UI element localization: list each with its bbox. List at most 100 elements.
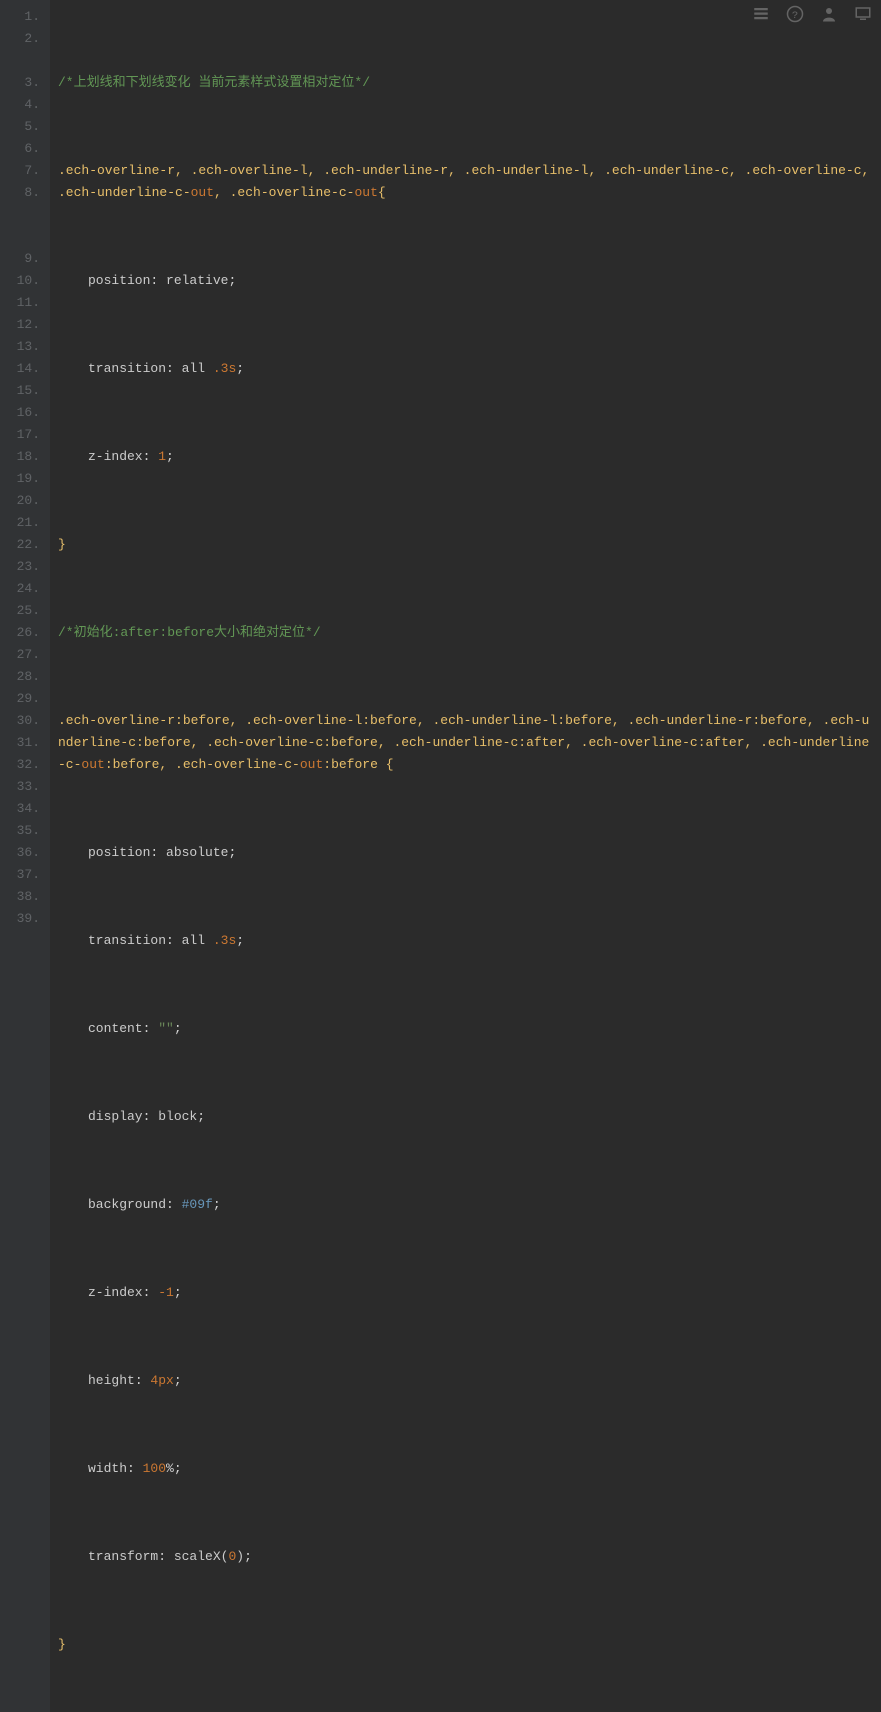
line-number: 13. (4, 336, 40, 358)
code-line: content: ""; (58, 1018, 877, 1040)
line-number: 27. (4, 644, 40, 666)
semicolon: ; (174, 1373, 182, 1388)
line-number: 18. (4, 446, 40, 468)
line-number: 19. (4, 468, 40, 490)
help-icon[interactable]: ? (785, 4, 805, 24)
semicolon: ; (228, 845, 236, 860)
semicolon: ; (228, 273, 236, 288)
colon: : (143, 449, 159, 464)
list-icon[interactable] (751, 4, 771, 24)
code-editor: ? 1. 2. 3. 4. 5. 6. 7. 8. 9. 10. 11. 12.… (0, 0, 881, 1712)
code-line: height: 4px; (58, 1370, 877, 1392)
keyword-out: out (300, 757, 323, 772)
property: content (88, 1021, 143, 1036)
line-number: 38. (4, 886, 40, 908)
selector: :before, .ech-overline-c- (105, 757, 300, 772)
number: 4px (150, 1373, 173, 1388)
property: display (88, 1109, 143, 1124)
line-number-gutter: 1. 2. 3. 4. 5. 6. 7. 8. 9. 10. 11. 12. 1… (0, 0, 50, 1712)
colon: : (143, 1109, 159, 1124)
colon: : (143, 1021, 159, 1036)
string: "" (158, 1021, 174, 1036)
colon: : (150, 273, 166, 288)
code-line: transition: all .3s; (58, 930, 877, 952)
line-number: 21. (4, 512, 40, 534)
line-number: 23. (4, 556, 40, 578)
code-area[interactable]: /*上划线和下划线变化 当前元素样式设置相对定位*/ .ech-overline… (50, 0, 881, 1712)
colon: : (166, 361, 182, 376)
number: .3s (213, 933, 236, 948)
colon: : (166, 933, 182, 948)
svg-text:?: ? (792, 10, 798, 22)
comment: /*初始化:after:before大小和绝对定位*/ (58, 625, 321, 640)
line-number: 17. (4, 424, 40, 446)
line-number: 22. (4, 534, 40, 556)
line-number: 16. (4, 402, 40, 424)
code-line: display: block; (58, 1106, 877, 1128)
line-number: 24. (4, 578, 40, 600)
code-line: .ech-overline-r, .ech-overline-l, .ech-u… (58, 160, 877, 204)
line-number: 29. (4, 688, 40, 710)
property: height (88, 1373, 135, 1388)
property: z-index (88, 1285, 143, 1300)
code-line: position: relative; (58, 270, 877, 292)
code-line: /*上划线和下划线变化 当前元素样式设置相对定位*/ (58, 72, 877, 94)
semicolon: ; (174, 1021, 182, 1036)
hex-color: #09f (182, 1197, 213, 1212)
line-number: 10. (4, 270, 40, 292)
line-number: 6. (4, 138, 40, 160)
line-number: 20. (4, 490, 40, 512)
line-number: 33. (4, 776, 40, 798)
code-line: z-index: -1; (58, 1282, 877, 1304)
code-line: transform: scaleX(0); (58, 1546, 877, 1568)
line-number: 31. (4, 732, 40, 754)
line-number: 14. (4, 358, 40, 380)
line-number: 9. (4, 248, 40, 270)
brace-close: } (58, 537, 66, 552)
semicolon: ; (174, 1285, 182, 1300)
monitor-icon[interactable] (853, 4, 873, 24)
colon: : (127, 1461, 143, 1476)
code-line: transition: all .3s; (58, 358, 877, 380)
code-line: } (58, 534, 877, 556)
property: transition (88, 361, 166, 376)
value: all (182, 933, 213, 948)
selector: :before { (323, 757, 393, 772)
line-number: 32. (4, 754, 40, 776)
percent: % (166, 1461, 174, 1476)
number: 0 (228, 1549, 236, 1564)
selector: , .ech-overline-c- (214, 185, 354, 200)
line-number (4, 204, 40, 226)
brace-close: } (58, 1637, 66, 1652)
editor-toolbar: ? (751, 4, 873, 24)
semicolon: ; (213, 1197, 221, 1212)
value: block (158, 1109, 197, 1124)
keyword-out: ut (89, 757, 105, 772)
semicolon: ; (166, 449, 174, 464)
keyword-out: out (354, 185, 377, 200)
keyword-out: out (191, 185, 214, 200)
semicolon: ; (236, 361, 244, 376)
number: -1 (158, 1285, 174, 1300)
brace-open: { (378, 185, 386, 200)
line-number: 35. (4, 820, 40, 842)
value: all (182, 361, 213, 376)
property: z-index (88, 449, 143, 464)
selector: .ech-overline-r, .ech-overline-l, .ech-u… (58, 163, 877, 200)
property: transition (88, 933, 166, 948)
value: relative (166, 273, 228, 288)
line-number: 7. (4, 160, 40, 182)
line-number: 3. (4, 72, 40, 94)
comment: /*上划线和下划线变化 当前元素样式设置相对定位*/ (58, 75, 370, 90)
line-number: 4. (4, 94, 40, 116)
colon: : (143, 1285, 159, 1300)
user-icon[interactable] (819, 4, 839, 24)
number: .3s (213, 361, 236, 376)
line-number: 5. (4, 116, 40, 138)
code-line: background: #09f; (58, 1194, 877, 1216)
paren: ) (236, 1549, 244, 1564)
line-number: 8. (4, 182, 40, 204)
line-number: 15. (4, 380, 40, 402)
line-number (4, 226, 40, 248)
line-number: 30. (4, 710, 40, 732)
